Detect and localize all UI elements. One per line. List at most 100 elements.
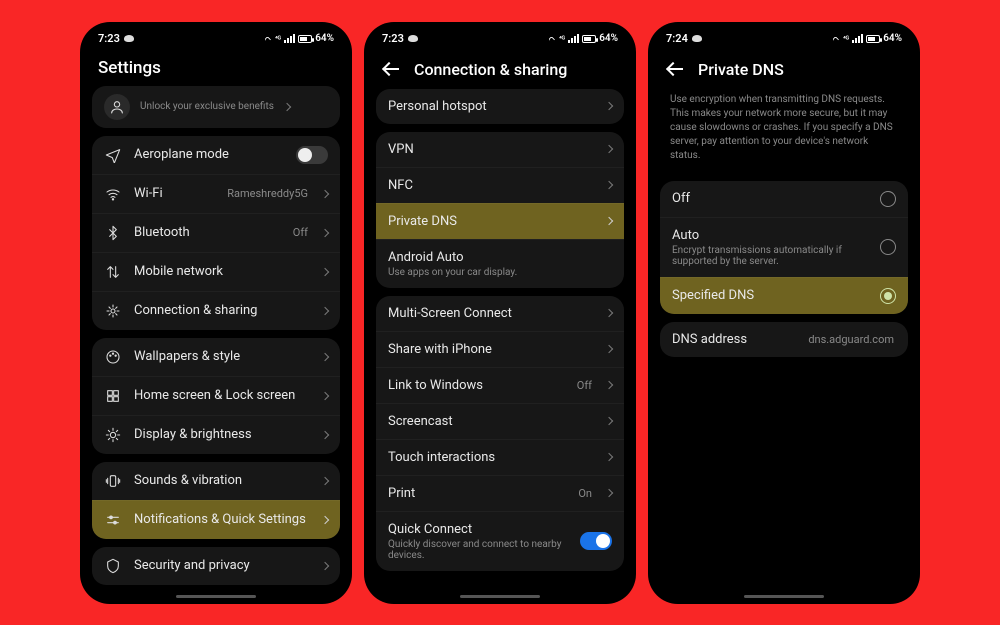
dns-off-radio[interactable] xyxy=(880,191,896,207)
account-banner[interactable]: Unlock your exclusive benefits xyxy=(92,86,340,128)
sliders-icon xyxy=(104,511,122,529)
dns-auto-label: Auto xyxy=(672,228,868,243)
header: Private DNS xyxy=(652,52,916,89)
display-group: Wallpapers & style Home screen & Lock sc… xyxy=(92,338,340,454)
chevron-right-icon xyxy=(605,381,613,389)
status-bar: 7:23 ⁴ᴳ 64% xyxy=(368,26,632,52)
mobile-row[interactable]: Mobile network xyxy=(92,252,340,291)
back-button[interactable] xyxy=(382,60,400,78)
sounds-row[interactable]: Sounds & vibration xyxy=(92,462,340,500)
back-button[interactable] xyxy=(666,60,684,78)
phone-settings: 7:23 ⁴ᴳ 64% Settings Unlock your exclusi… xyxy=(80,22,352,604)
status-bar: 7:24 ⁴ᴳ 64% xyxy=(652,26,916,52)
dns-off-label: Off xyxy=(672,191,868,206)
clock: 7:24 xyxy=(666,32,688,45)
display-label: Display & brightness xyxy=(134,427,310,442)
share-iphone-row[interactable]: Share with iPhone xyxy=(376,331,624,367)
link-windows-value: Off xyxy=(577,379,592,392)
android-auto-label: Android Auto xyxy=(388,250,612,265)
homescreen-row[interactable]: Home screen & Lock screen xyxy=(92,376,340,415)
display-row[interactable]: Display & brightness xyxy=(92,415,340,454)
aeroplane-row[interactable]: Aeroplane mode xyxy=(92,136,340,174)
quick-connect-row[interactable]: Quick ConnectQuickly discover and connec… xyxy=(376,511,624,571)
chevron-right-icon xyxy=(605,453,613,461)
clock: 7:23 xyxy=(98,32,120,45)
aeroplane-toggle[interactable] xyxy=(296,146,328,164)
page-title: Settings xyxy=(84,52,348,86)
home-indicator[interactable] xyxy=(460,595,540,598)
volte-icon: ⁴ᴳ xyxy=(559,35,565,43)
print-row[interactable]: PrintOn xyxy=(376,475,624,511)
chevron-right-icon xyxy=(605,181,613,189)
screencast-label: Screencast xyxy=(388,414,594,429)
link-windows-label: Link to Windows xyxy=(388,378,565,393)
multiscreen-label: Multi-Screen Connect xyxy=(388,306,594,321)
nfc-row[interactable]: NFC xyxy=(376,167,624,203)
wifi-icon xyxy=(830,34,840,44)
home-indicator[interactable] xyxy=(744,595,824,598)
wifi-icon xyxy=(262,34,272,44)
hotspot-group: Personal hotspot xyxy=(376,89,624,124)
dns-address-label: DNS address xyxy=(672,332,796,347)
security-group: Security and privacy xyxy=(92,547,340,585)
signal-icon xyxy=(284,34,295,43)
dns-auto-radio[interactable] xyxy=(880,239,896,255)
hotspot-row[interactable]: Personal hotspot xyxy=(376,89,624,124)
connection-sharing-row[interactable]: Connection & sharing xyxy=(92,291,340,330)
wifi-icon xyxy=(546,34,556,44)
wifi-row[interactable]: Wi-Fi Rameshreddy5G xyxy=(92,174,340,213)
sharing-group: Multi-Screen Connect Share with iPhone L… xyxy=(376,296,624,571)
private-dns-row[interactable]: Private DNS xyxy=(376,203,624,239)
screencast-row[interactable]: Screencast xyxy=(376,403,624,439)
notifications-label: Notifications & Quick Settings xyxy=(134,512,310,527)
link-windows-row[interactable]: Link to Windows Off xyxy=(376,367,624,403)
chevron-right-icon xyxy=(605,489,613,497)
bluetooth-row[interactable]: Bluetooth Off xyxy=(92,213,340,252)
dns-address-value: dns.adguard.com xyxy=(808,333,894,346)
connectivity-group: Aeroplane mode Wi-Fi Rameshreddy5G Bluet… xyxy=(92,136,340,330)
dns-description: Use encryption when transmitting DNS req… xyxy=(660,89,908,173)
volte-icon: ⁴ᴳ xyxy=(275,35,281,43)
palette-icon xyxy=(104,348,122,366)
battery-pct: 64% xyxy=(599,33,618,44)
dns-specified-row[interactable]: Specified DNS xyxy=(660,277,908,314)
bluetooth-value: Off xyxy=(293,226,308,239)
quick-connect-label: Quick Connect xyxy=(388,522,568,537)
touch-row[interactable]: Touch interactions xyxy=(376,439,624,475)
quick-connect-toggle[interactable] xyxy=(580,532,612,550)
android-auto-row[interactable]: Android Auto Use apps on your car display… xyxy=(376,239,624,288)
screen: 7:23 ⁴ᴳ 64% Settings Unlock your exclusi… xyxy=(84,26,348,600)
dns-specified-radio[interactable] xyxy=(880,288,896,304)
cloud-icon xyxy=(408,35,418,42)
avatar-icon xyxy=(104,94,130,120)
vibration-icon xyxy=(104,472,122,490)
phone-connection-sharing: 7:23 ⁴ᴳ 64% Connection & sharing Persona… xyxy=(364,22,636,604)
chevron-right-icon xyxy=(605,102,613,110)
mobile-label: Mobile network xyxy=(134,264,310,279)
battery-icon xyxy=(866,35,880,43)
multiscreen-row[interactable]: Multi-Screen Connect xyxy=(376,296,624,331)
dns-address-row[interactable]: DNS address dns.adguard.com xyxy=(660,322,908,357)
chevron-right-icon xyxy=(605,417,613,425)
sharing-icon xyxy=(104,302,122,320)
battery-icon xyxy=(582,35,596,43)
header: Connection & sharing xyxy=(368,52,632,89)
security-row[interactable]: Security and privacy xyxy=(92,547,340,585)
android-auto-sub: Use apps on your car display. xyxy=(388,267,612,278)
content: Unlock your exclusive benefits Aeroplane… xyxy=(84,86,348,591)
sounds-label: Sounds & vibration xyxy=(134,473,310,488)
home-indicator[interactable] xyxy=(176,595,256,598)
clock: 7:23 xyxy=(382,32,404,45)
wallpapers-row[interactable]: Wallpapers & style xyxy=(92,338,340,376)
vpn-row[interactable]: VPN xyxy=(376,132,624,167)
notifications-row[interactable]: Notifications & Quick Settings xyxy=(92,500,340,539)
dns-auto-row[interactable]: AutoEncrypt transmissions automatically … xyxy=(660,217,908,277)
phone-private-dns: 7:24 ⁴ᴳ 64% Private DNS Use encryption w… xyxy=(648,22,920,604)
chevron-right-icon xyxy=(605,309,613,317)
chevron-right-icon xyxy=(321,189,329,197)
page-title: Private DNS xyxy=(698,60,784,79)
chevron-right-icon xyxy=(321,515,329,523)
aeroplane-icon xyxy=(104,146,122,164)
nfc-label: NFC xyxy=(388,178,594,193)
dns-off-row[interactable]: Off xyxy=(660,181,908,217)
